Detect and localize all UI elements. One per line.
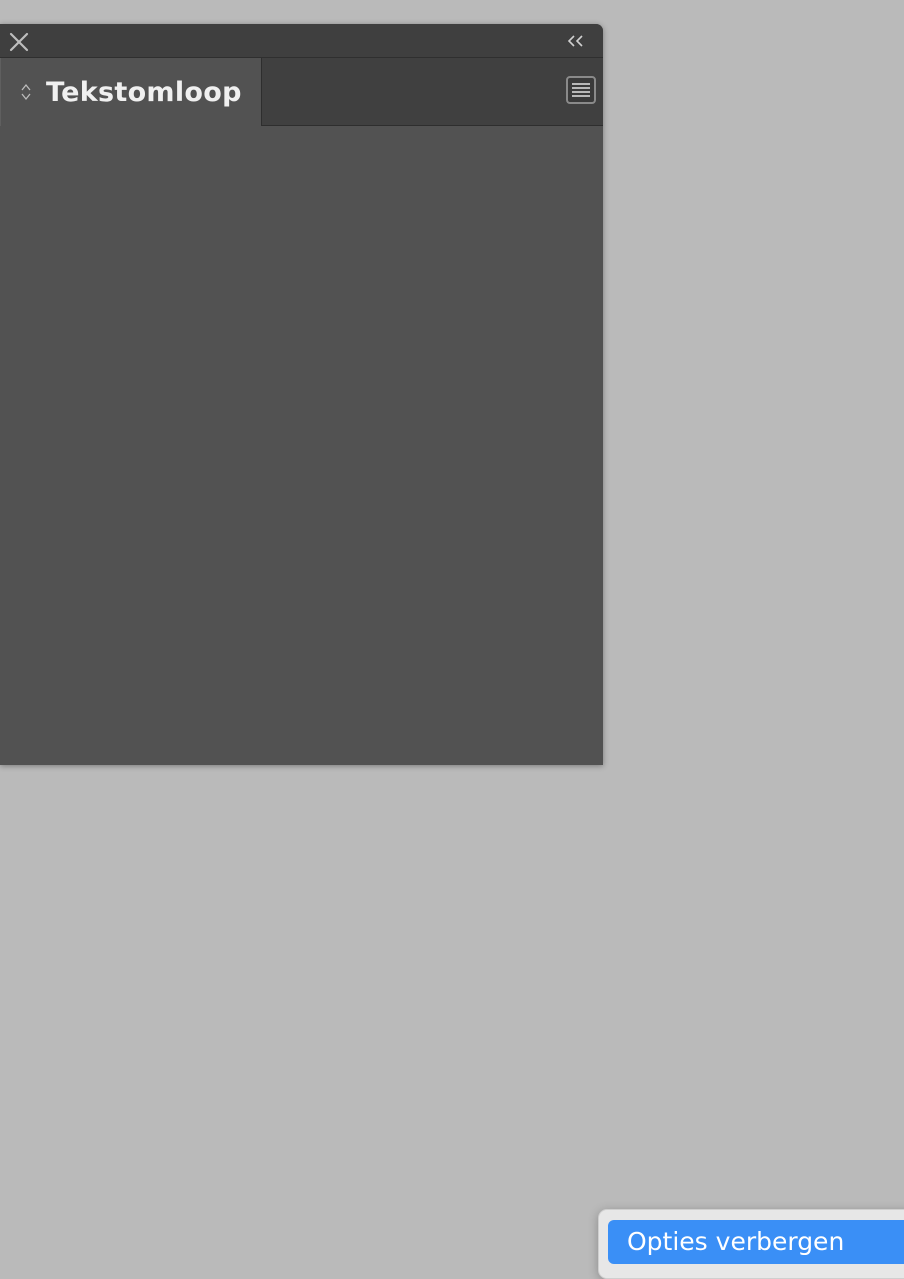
panel-menu-icon[interactable] <box>566 76 596 104</box>
close-icon[interactable] <box>8 31 30 53</box>
context-menu: Opties verbergen <box>598 1209 904 1279</box>
panel-titlebar[interactable] <box>0 24 603 58</box>
up-down-arrows-icon[interactable] <box>20 83 32 101</box>
text-wrap-panel: Tekstomloop <box>0 24 603 765</box>
panel-tab-bar: Tekstomloop <box>0 58 603 126</box>
panel-content-area <box>0 126 603 765</box>
tab-label: Tekstomloop <box>46 76 242 108</box>
tab-text-wrap[interactable]: Tekstomloop <box>0 58 262 126</box>
menu-item-hide-options[interactable]: Opties verbergen <box>608 1220 904 1264</box>
double-chevron-left-icon[interactable] <box>567 33 585 49</box>
